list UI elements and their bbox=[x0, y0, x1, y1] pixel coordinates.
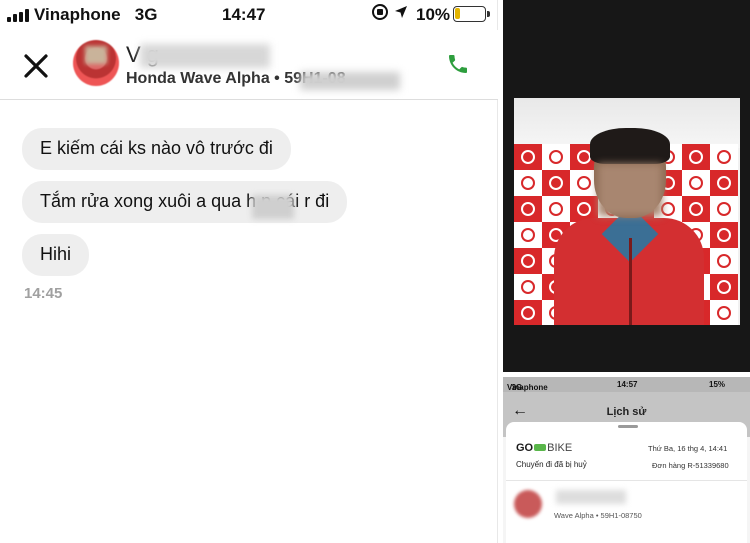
carrier-label: Vinaphone 3G bbox=[507, 383, 548, 392]
banner-tile bbox=[514, 222, 542, 248]
status-bar: Vinaphone 3G 14:57 15% bbox=[503, 377, 750, 392]
redaction-blur bbox=[556, 490, 626, 504]
vehicle-info: Wave Alpha • 59H1-08750 bbox=[554, 511, 642, 520]
banner-tile bbox=[710, 170, 738, 196]
trip-date: Thứ Ba, 16 thg 4, 14:41 bbox=[648, 444, 728, 453]
banner-tile bbox=[710, 300, 738, 325]
avatar[interactable] bbox=[73, 40, 119, 86]
message-bubble: E kiếm cái ks nào vô trước đi bbox=[22, 128, 291, 170]
location-icon bbox=[395, 6, 407, 18]
battery-percent: 10% bbox=[416, 5, 451, 24]
banner-tile bbox=[710, 222, 738, 248]
battery-percent: 15% bbox=[709, 380, 726, 389]
chat-header: V g Honda Wave Alpha • 59H1-08 bbox=[0, 30, 498, 100]
banner-tile bbox=[710, 144, 738, 170]
battery-icon bbox=[453, 6, 490, 22]
clock: 14:47 bbox=[222, 5, 266, 24]
redaction-blur bbox=[140, 44, 270, 68]
redaction-blur bbox=[300, 72, 400, 90]
phone-icon[interactable] bbox=[446, 52, 470, 76]
photo-panel bbox=[503, 0, 750, 372]
banner-tile bbox=[514, 170, 542, 196]
message-timestamp: 14:45 bbox=[24, 285, 63, 302]
driver-photo bbox=[514, 98, 740, 325]
banner-tile bbox=[514, 196, 542, 222]
drag-handle[interactable] bbox=[618, 425, 638, 428]
banner-tile bbox=[514, 274, 542, 300]
banner-tile bbox=[514, 300, 542, 325]
chat-screen: Vinaphone 3G 14:47 10% V g Honda Wave Al… bbox=[0, 0, 498, 543]
banner-tile bbox=[514, 144, 542, 170]
carrier-label: Vinaphone 3G bbox=[34, 5, 158, 24]
signal-icon bbox=[7, 9, 31, 22]
app-history-screen: Vinaphone 3G 14:57 15% ← Lịch sử GO BIKE … bbox=[503, 377, 750, 543]
rotation-lock-icon bbox=[372, 4, 388, 20]
trip-card[interactable]: GO BIKE Chuyến đi đã bị huỷ Thứ Ba, 16 th… bbox=[506, 422, 747, 543]
banner-tile bbox=[710, 274, 738, 300]
order-id: Đơn hàng R-51339680 bbox=[652, 461, 729, 470]
message-bubble: Hihi bbox=[22, 234, 90, 276]
redaction-blur bbox=[252, 195, 294, 219]
trip-status: Chuyến đi đã bị huỷ bbox=[516, 460, 587, 469]
clock: 14:57 bbox=[617, 380, 638, 389]
banner-tile bbox=[710, 248, 738, 274]
banner-tile bbox=[710, 196, 738, 222]
status-bar: Vinaphone 3G 14:47 10% bbox=[0, 0, 498, 30]
message-bubble: Tắm rửa xong xuôi a qua h p cái r đi bbox=[22, 181, 348, 223]
close-icon[interactable] bbox=[22, 52, 50, 80]
person bbox=[554, 128, 704, 325]
redaction-blur bbox=[598, 164, 662, 216]
page-title: Lịch sử bbox=[606, 406, 647, 418]
gobike-logo: GO BIKE bbox=[516, 442, 573, 454]
banner-tile bbox=[514, 248, 542, 274]
avatar bbox=[514, 490, 542, 518]
